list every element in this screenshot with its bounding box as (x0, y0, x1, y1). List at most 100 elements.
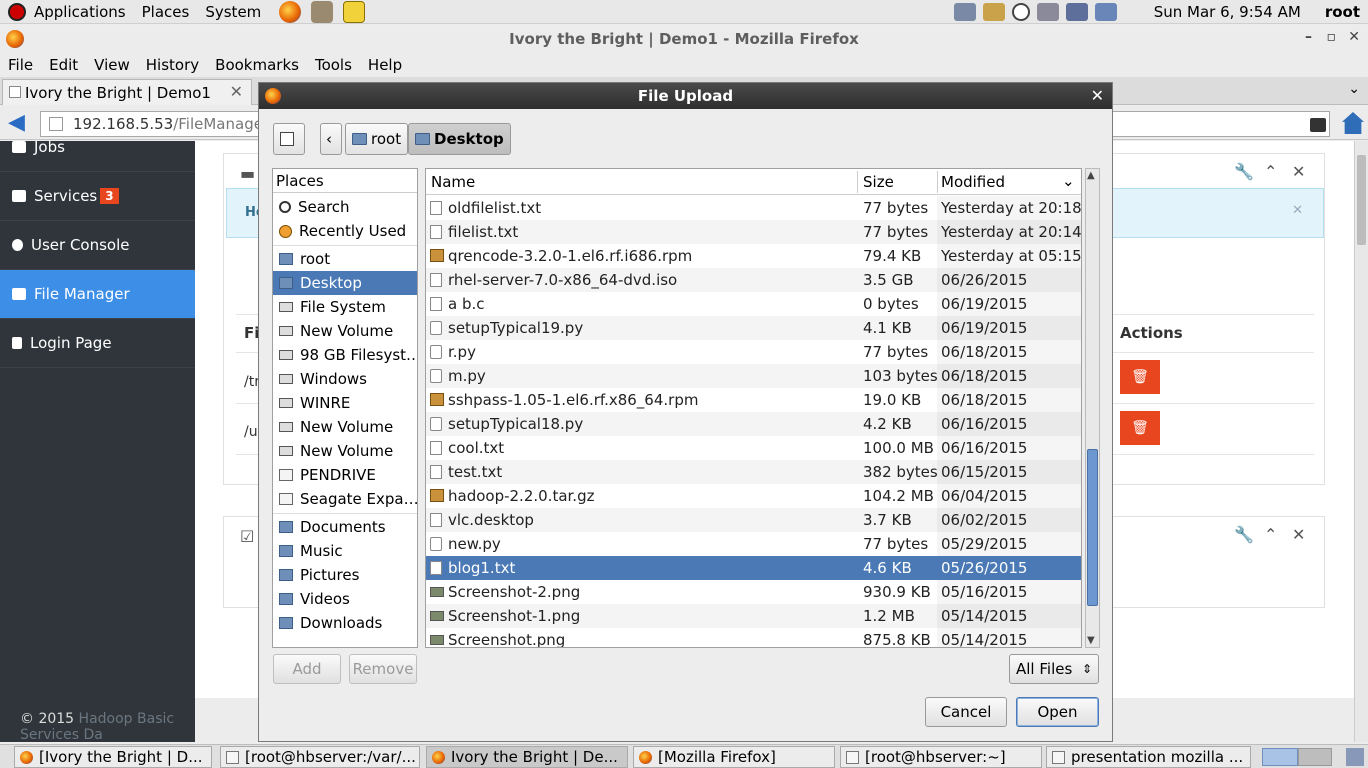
home-icon[interactable] (1342, 112, 1364, 134)
file-row[interactable]: vlc.desktop 3.7 KB 06/02/2015 (426, 508, 1081, 532)
file-row[interactable]: r.py 77 bytes 06/18/2015 (426, 340, 1081, 364)
close-tab-icon[interactable]: ✕ (230, 82, 243, 101)
file-row[interactable]: m.py 103 bytes 06/18/2015 (426, 364, 1081, 388)
close-window-icon[interactable]: ✕ (1348, 29, 1360, 45)
open-button[interactable]: Open (1016, 697, 1099, 727)
sidebar-item-login-page[interactable]: Login Page (0, 319, 195, 368)
workspace-2[interactable] (1298, 748, 1332, 766)
place-recently-used[interactable]: Recently Used (273, 219, 417, 243)
file-type-filter[interactable]: All Files ⇕ (1009, 654, 1099, 684)
file-row[interactable]: Screenshot.png 875.8 KB 05/14/2015 (426, 628, 1081, 647)
place-98gb-filesystem[interactable]: 98 GB Filesyst… (273, 343, 417, 367)
delete-button[interactable]: 🗑 (1120, 360, 1160, 394)
workspace-1[interactable] (1262, 748, 1298, 766)
place-root[interactable]: root (273, 247, 417, 271)
add-button[interactable]: Add (273, 654, 341, 684)
mail-launcher-icon[interactable] (311, 0, 334, 23)
network-icon[interactable] (953, 3, 976, 21)
taskbar-item[interactable]: Ivory the Bright | De... (426, 746, 628, 768)
menu-file[interactable]: File (0, 56, 41, 74)
menu-applications[interactable]: Applications (34, 3, 126, 21)
maximize-icon[interactable]: ▫ (1327, 29, 1337, 45)
wrench-icon[interactable]: 🔧 (1234, 162, 1254, 181)
collapse-chevron-icon[interactable]: ⌃ (1264, 525, 1277, 544)
place-winre[interactable]: WINRE (273, 391, 417, 415)
file-row[interactable]: oldfilelist.txt 77 bytes Yesterday at 20:1… (426, 196, 1081, 220)
path-button-root[interactable]: root (345, 123, 409, 155)
page-scrollbar[interactable] (1354, 141, 1368, 742)
taskbar-item[interactable]: [Ivory the Bright | D... (14, 746, 212, 768)
file-row[interactable]: qrencode-3.2.0-1.el6.rf.i686.rpm 79.4 KB Y… (426, 244, 1081, 268)
panel-user[interactable]: root (1325, 3, 1360, 21)
file-row[interactable]: new.py 77 bytes 05/29/2015 (426, 532, 1081, 556)
scroll-down-icon[interactable]: ▼ (1087, 635, 1095, 646)
column-header-size[interactable]: Size (863, 173, 894, 191)
sidebar-item-services[interactable]: Services 3 (0, 172, 195, 221)
file-row[interactable]: cool.txt 100.0 MB 06/16/2015 (426, 436, 1081, 460)
volume-icon[interactable] (1036, 3, 1059, 21)
taskbar-item[interactable]: [root@hbserver:~] (840, 746, 1042, 768)
menu-places[interactable]: Places (142, 3, 190, 21)
file-row[interactable]: Screenshot-1.png 1.2 MB 05/14/2015 (426, 604, 1081, 628)
close-dialog-icon[interactable]: ✕ (1091, 83, 1104, 109)
menu-view[interactable]: View (86, 56, 138, 74)
remove-button[interactable]: Remove (349, 654, 417, 684)
dismiss-alert-icon[interactable]: ✕ (1292, 203, 1303, 218)
type-location-button[interactable] (273, 123, 305, 155)
place-desktop[interactable]: Desktop (273, 271, 417, 295)
notes-launcher-icon[interactable] (343, 0, 366, 23)
file-row[interactable]: a b.c 0 bytes 06/19/2015 (426, 292, 1081, 316)
collapse-chevron-icon[interactable]: ⌃ (1264, 162, 1277, 181)
file-row[interactable]: test.txt 382 bytes 06/15/2015 (426, 460, 1081, 484)
menu-edit[interactable]: Edit (41, 56, 86, 74)
sidebar-item-file-manager[interactable]: File Manager (0, 270, 195, 319)
minimize-icon[interactable]: – (1305, 29, 1312, 45)
place-file-system[interactable]: File System (273, 295, 417, 319)
column-header-name[interactable]: Name (431, 173, 475, 191)
taskbar-item[interactable]: presentation mozilla ... (1046, 746, 1251, 768)
places-header[interactable]: Places (273, 169, 417, 193)
file-row[interactable]: rhel-server-7.0-x86_64-dvd.iso 3.5 GB 06/2… (426, 268, 1081, 292)
panel-clock[interactable]: Sun Mar 6, 9:54 AM (1154, 3, 1301, 21)
sidebar-item-user-console[interactable]: User Console (0, 221, 195, 270)
wrench-icon[interactable]: 🔧 (1234, 525, 1254, 544)
path-back-button[interactable]: ‹ (320, 123, 342, 155)
place-pictures[interactable]: Pictures (273, 563, 417, 587)
place-new-volume[interactable]: New Volume (273, 415, 417, 439)
place-downloads[interactable]: Downloads (273, 611, 417, 635)
taskbar-item[interactable]: [root@hbserver:/var/... (220, 746, 420, 768)
menu-system[interactable]: System (205, 3, 261, 21)
file-row[interactable]: setupTypical19.py 4.1 KB 06/19/2015 (426, 316, 1081, 340)
file-list-scroll-thumb[interactable] (1087, 449, 1098, 606)
file-row[interactable]: hadoop-2.2.0.tar.gz 104.2 MB 06/04/2015 (426, 484, 1081, 508)
place-videos[interactable]: Videos (273, 587, 417, 611)
place-music[interactable]: Music (273, 539, 417, 563)
browser-tab[interactable]: Ivory the Bright | Demo1 ✕ (2, 79, 252, 105)
page-scroll-thumb[interactable] (1357, 155, 1366, 245)
menu-tools[interactable]: Tools (307, 56, 360, 74)
file-row[interactable]: sshpass-1.05-1.el6.rf.x86_64.rpm 19.0 KB 0… (426, 388, 1081, 412)
cancel-button[interactable]: Cancel (925, 697, 1007, 727)
menu-history[interactable]: History (138, 56, 207, 74)
sidebar-item-jobs[interactable]: Jobs (0, 123, 195, 172)
file-list-scrollbar[interactable]: ▲ ▼ (1085, 168, 1100, 648)
firefox-launcher-icon[interactable] (279, 0, 302, 23)
column-header-modified[interactable]: Modified (941, 173, 1005, 191)
sort-chevron-down-icon[interactable]: ⌄ (1062, 172, 1075, 190)
file-row[interactable]: filelist.txt 77 bytes Yesterday at 20:14 (426, 220, 1081, 244)
menu-bookmarks[interactable]: Bookmarks (207, 56, 307, 74)
place-pendrive[interactable]: PENDRIVE (273, 463, 417, 487)
close-card-icon[interactable]: ✕ (1292, 525, 1305, 544)
close-card-icon[interactable]: ✕ (1292, 162, 1305, 181)
place-documents[interactable]: Documents (273, 515, 417, 539)
scroll-up-icon[interactable]: ▲ (1087, 170, 1095, 181)
file-row[interactable]: blog1.txt 4.6 KB 05/26/2015 (426, 556, 1081, 580)
taskbar-item[interactable]: [Mozilla Firefox] (633, 746, 835, 768)
file-row[interactable]: setupTypical18.py 4.2 KB 06/16/2015 (426, 412, 1081, 436)
trash-applet-icon[interactable] (1346, 748, 1364, 766)
tab-list-chevron-icon[interactable]: ⌄ (1348, 81, 1360, 97)
place-search[interactable]: Search (273, 195, 417, 219)
binoculars-icon[interactable] (1310, 118, 1326, 132)
power-icon[interactable] (1094, 3, 1117, 21)
updates-icon[interactable] (982, 3, 1005, 21)
